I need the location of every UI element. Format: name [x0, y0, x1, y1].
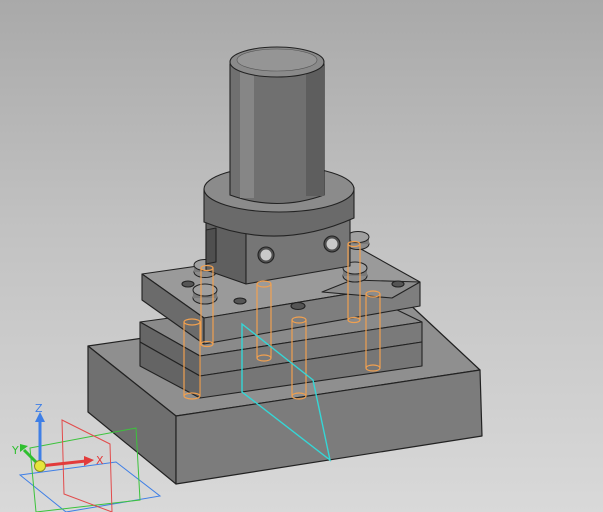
hole-2 — [233, 297, 247, 305]
y-axis-label: Y — [11, 444, 19, 457]
x-axis-arrow — [84, 456, 94, 466]
model-viewport[interactable]: Z X Y — [0, 0, 603, 512]
origin-point[interactable] — [34, 460, 46, 472]
cylinder-highlight — [240, 66, 254, 198]
clamp-hole-right — [323, 235, 341, 253]
hole-1 — [181, 280, 195, 288]
clamp-block-notch — [205, 227, 217, 265]
hole-3 — [290, 301, 306, 311]
model-scene[interactable]: Z X Y — [0, 0, 603, 512]
z-axis-label: Z — [35, 402, 43, 415]
x-axis-label: X — [96, 454, 104, 467]
cylinder-shaft[interactable] — [229, 46, 325, 205]
cylinder-shadow — [306, 66, 324, 196]
cylinder-top-bevel — [236, 48, 318, 72]
clamp-hole-left — [257, 246, 275, 264]
hole-4 — [391, 280, 405, 288]
